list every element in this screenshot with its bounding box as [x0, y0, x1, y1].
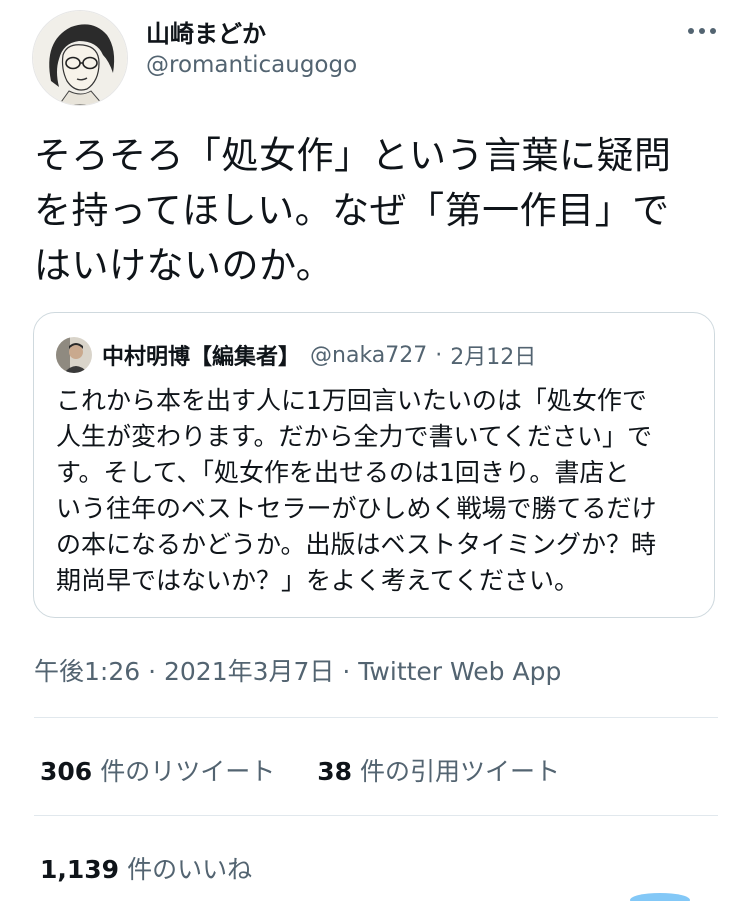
quoted-tweet-header: 中村明博【編集者】 @naka727 · 2月12日 [56, 337, 536, 373]
floating-action-button-edge[interactable] [630, 893, 690, 901]
tweet-time[interactable]: 午後1:26 [34, 657, 140, 686]
meta-separator: · [148, 657, 157, 686]
tweet-detail-page: 山崎まどか @romanticaugogo そろそろ「処女作」という言葉に疑問 … [0, 0, 750, 901]
divider [34, 815, 718, 816]
quoted-text-line: の本になるかどうか。出版はベストタイミングか？時 [56, 530, 657, 559]
tweet-text-line: そろそろ「処女作」という言葉に疑問 [34, 134, 672, 177]
quote-tweets-stat[interactable]: 38 件の引用ツイート [317, 752, 602, 788]
tweet-text-line: を持ってほしい。なぜ「第一作目」で [34, 189, 670, 232]
likes-stat[interactable]: 1,139 件のいいね [40, 850, 294, 886]
quoted-text-line: 人生が変わります。だから全力で書いてください」で [56, 422, 653, 451]
retweets-stat[interactable]: 306 件のリツイート [40, 752, 317, 788]
quoted-tweet-card[interactable]: 中村明博【編集者】 @naka727 · 2月12日 これから本を出す人に1万回… [33, 312, 715, 618]
retweets-count: 306 [40, 757, 93, 786]
meta-separator: · [342, 657, 351, 686]
quoted-tweet-text: これから本を出す人に1万回言いたいのは「処女作で 人生が変わります。だから全力で… [56, 383, 696, 599]
quoted-author-handle: @naka727 [310, 342, 428, 368]
likes-label: 件のいいね [127, 855, 253, 884]
author-avatar[interactable] [32, 10, 128, 106]
quoted-author-avatar [56, 337, 92, 373]
tweet-text-line: はいけないのか。 [34, 244, 334, 287]
more-options-button[interactable] [680, 16, 724, 46]
illustrated-woman-avatar-icon [33, 11, 127, 105]
quote-tweets-label: 件の引用ツイート [360, 757, 561, 786]
divider [34, 717, 718, 718]
tweet-meta: 午後1:26 · 2021年3月7日 · Twitter Web App [34, 652, 561, 688]
likes-count: 1,139 [40, 855, 120, 884]
quoted-separator: · [435, 342, 443, 368]
retweets-label: 件のリツイート [100, 757, 276, 786]
tweet-text: そろそろ「処女作」という言葉に疑問 を持ってほしい。なぜ「第一作目」で はいけな… [34, 128, 724, 293]
engagement-stats-row: 306 件のリツイート 38 件の引用ツイート [40, 752, 602, 788]
author-handle[interactable]: @romanticaugogo [146, 52, 357, 78]
author-display-name[interactable]: 山崎まどか [146, 14, 266, 49]
quoted-text-line: これから本を出す人に1万回言いたいのは「処女作で [56, 386, 647, 415]
likes-stats-row: 1,139 件のいいね [40, 850, 294, 886]
quoted-date: 2月12日 [450, 345, 537, 370]
man-photo-avatar-icon [56, 337, 92, 373]
quoted-text-line: いう往年のベストセラーがひしめく戦場で勝てるだけ [56, 494, 657, 523]
quote-tweets-count: 38 [317, 757, 352, 786]
quoted-text-line: 期尚早ではないか？」をよく考えてください。 [56, 566, 580, 595]
quoted-author-name: 中村明博【編集者】 [102, 345, 301, 370]
tweet-source-link[interactable]: Twitter Web App [358, 657, 561, 686]
tweet-date[interactable]: 2021年3月7日 [164, 657, 334, 686]
more-dots-icon [688, 28, 716, 34]
quoted-text-line: す。そして、「処女作を出せるのは1回きり。書店と [56, 458, 630, 487]
